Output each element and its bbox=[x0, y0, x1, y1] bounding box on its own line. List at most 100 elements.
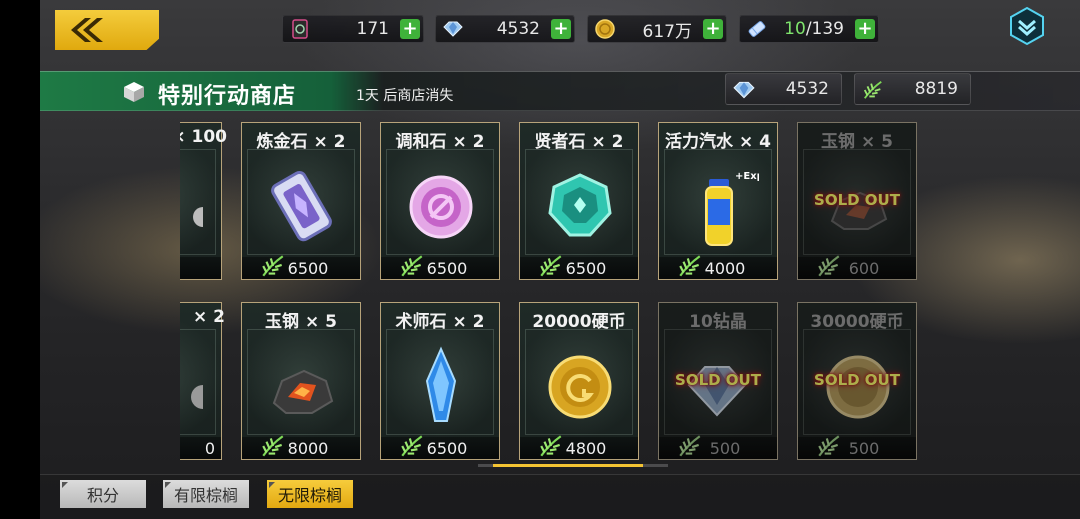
item-title: × 2 bbox=[193, 307, 225, 327]
item-price-bar bbox=[180, 257, 221, 279]
item-title: 炼金石 × 2 bbox=[256, 132, 346, 152]
palm-leaf-icon bbox=[818, 255, 840, 277]
item-price: 4800 bbox=[565, 438, 607, 458]
stamina-value: 171 bbox=[356, 19, 389, 39]
shop-palm-balance: 8819 bbox=[854, 73, 971, 105]
palm-leaf-icon bbox=[401, 255, 423, 277]
item-price-bar: 4800 bbox=[520, 435, 638, 459]
item-price: 6500 bbox=[426, 438, 468, 458]
shop-item-card[interactable]: 术师石 × 2 6500 bbox=[380, 302, 500, 460]
item-title: 调和石 × 2 bbox=[395, 132, 485, 152]
item-title: × 100 bbox=[180, 127, 227, 147]
item-title: 贤者石 × 2 bbox=[534, 132, 624, 152]
item-price: 8000 bbox=[287, 438, 329, 458]
item-title: 术师石 × 2 bbox=[395, 312, 485, 332]
coin-value: 617万 bbox=[642, 21, 692, 42]
item-price-bar: 6500 bbox=[381, 255, 499, 279]
item-price-bar: 6500 bbox=[381, 435, 499, 459]
item-title: 30000硬币 bbox=[810, 312, 904, 332]
item-price: 500 bbox=[848, 438, 880, 458]
mage-stone-icon bbox=[425, 346, 457, 422]
item-price: 4000 bbox=[704, 258, 746, 278]
shop-diamond-balance: 4532 bbox=[725, 73, 842, 105]
add-coins-button[interactable]: + bbox=[703, 19, 723, 39]
item-price-bar: 4000 bbox=[659, 255, 777, 279]
item-title: 10钻晶 bbox=[689, 312, 747, 332]
ticket-max-value: /139 bbox=[805, 19, 844, 39]
shop-item-card[interactable]: 玉钢 × 5 8000 bbox=[241, 302, 361, 460]
coin-counter: 617万 + bbox=[587, 15, 727, 43]
shop-item-card[interactable]: × 100 bbox=[180, 122, 227, 280]
palm-leaf-icon bbox=[679, 255, 701, 277]
palm-leaf-icon bbox=[679, 435, 701, 457]
gold-coin-icon bbox=[548, 355, 612, 419]
harmony-stone-icon bbox=[409, 175, 473, 239]
item-title: 20000硬币 bbox=[532, 312, 626, 332]
item-title: 玉钢 × 5 bbox=[265, 312, 337, 332]
item-art-icon bbox=[193, 207, 203, 227]
tab-unlimited-palm[interactable]: 无限棕榈 bbox=[267, 480, 353, 508]
sage-stone-icon bbox=[548, 173, 612, 237]
palm-leaf-icon bbox=[540, 435, 562, 457]
palm-leaf-icon bbox=[262, 435, 284, 457]
item-price-bar: 0 bbox=[180, 437, 221, 459]
diamond-counter: 4532 + bbox=[435, 15, 575, 43]
diamond-value: 4532 bbox=[496, 19, 540, 39]
add-tickets-button[interactable]: + bbox=[855, 19, 875, 39]
item-art-icon bbox=[191, 385, 203, 409]
tab-limited-palm[interactable]: 有限棕榈 bbox=[163, 480, 249, 508]
shop-item-card-sold: 30000硬币 SOLD OUT 500 bbox=[797, 302, 917, 460]
item-title: 活力汽水 × 4 bbox=[665, 132, 771, 152]
shop-timer: 1天 后商店消失 bbox=[356, 88, 454, 104]
scroll-thumb[interactable] bbox=[493, 464, 643, 467]
tab-points[interactable]: 积分 bbox=[60, 480, 146, 508]
energy-drink-icon: +Exp bbox=[705, 171, 759, 246]
item-title: 玉钢 × 5 bbox=[821, 132, 893, 152]
menu-toggle-icon[interactable] bbox=[1007, 6, 1047, 46]
shop-item-card[interactable]: × 2 0 bbox=[180, 302, 225, 460]
shop-item-card[interactable]: 炼金石 × 2 6500 bbox=[241, 122, 361, 280]
cube-icon bbox=[124, 82, 144, 102]
shop-item-card[interactable]: 活力汽水 × 4 +Exp 4000 bbox=[658, 122, 778, 280]
palm-leaf-icon bbox=[540, 255, 562, 277]
back-button[interactable] bbox=[55, 10, 159, 50]
add-diamonds-button[interactable]: + bbox=[551, 19, 571, 39]
shop-item-card[interactable]: 20000硬币 4800 bbox=[519, 302, 639, 460]
back-arrow-icon bbox=[71, 18, 103, 42]
shop-palm-value: 8819 bbox=[914, 79, 958, 99]
item-price: 500 bbox=[709, 438, 741, 458]
item-price-bar: 500 bbox=[659, 435, 777, 459]
item-price: 6500 bbox=[565, 258, 607, 278]
palm-leaf-icon bbox=[863, 81, 882, 99]
item-price-bar: 6500 bbox=[242, 255, 360, 279]
item-price-bar: 6500 bbox=[520, 255, 638, 279]
coin-icon bbox=[595, 19, 615, 39]
diamond-icon bbox=[733, 81, 755, 99]
palm-leaf-icon bbox=[401, 435, 423, 457]
palm-leaf-icon bbox=[818, 435, 840, 457]
shop-item-card[interactable]: 调和石 × 2 6500 bbox=[380, 122, 500, 280]
shop-title: 特别行动商店 bbox=[158, 84, 297, 109]
shop-item-card-sold: 10钻晶 SOLD OUT 500 bbox=[658, 302, 778, 460]
shop-item-card-sold: 玉钢 × 5 SOLD OUT 600 bbox=[797, 122, 917, 280]
shop-item-grid: × 100 炼金石 × 2 6500 调和石 × 2 bbox=[180, 121, 920, 463]
svg-text:+Exp: +Exp bbox=[735, 171, 759, 182]
stamina-counter: 171 + bbox=[282, 15, 424, 43]
item-price: 6500 bbox=[426, 258, 468, 278]
add-stamina-button[interactable]: + bbox=[400, 19, 420, 39]
item-price-bar: 500 bbox=[798, 435, 916, 459]
alchemy-stone-icon bbox=[271, 170, 332, 242]
item-price: 600 bbox=[848, 258, 880, 278]
sold-out-label: SOLD OUT bbox=[814, 371, 900, 389]
shop-item-card[interactable]: 贤者石 × 2 6500 bbox=[519, 122, 639, 280]
item-price-bar: 8000 bbox=[242, 435, 360, 459]
ticket-icon bbox=[748, 21, 766, 37]
left-margin bbox=[0, 0, 40, 519]
shop-diamond-value: 4532 bbox=[785, 79, 829, 99]
item-price: 6500 bbox=[287, 258, 329, 278]
ticket-counter: 10/139 + bbox=[739, 15, 879, 43]
sold-out-label: SOLD OUT bbox=[675, 371, 761, 389]
diamond-icon bbox=[443, 21, 463, 37]
palm-leaf-icon bbox=[262, 255, 284, 277]
item-price: 0 bbox=[204, 438, 215, 458]
